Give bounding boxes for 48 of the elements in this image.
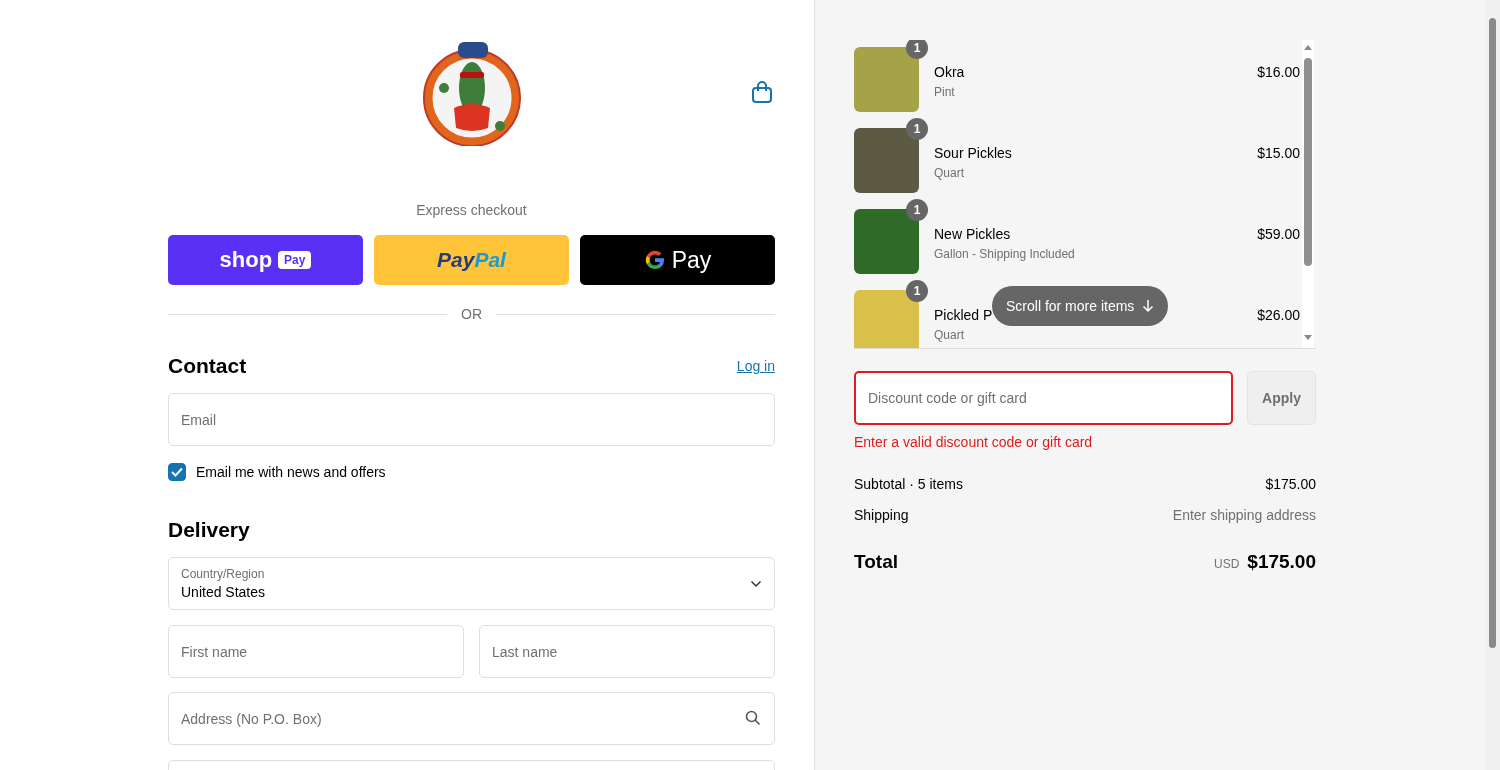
or-divider-label: OR (461, 306, 482, 322)
apply-button[interactable]: Apply (1247, 371, 1316, 425)
express-checkout-label: Express checkout (416, 202, 527, 219)
product-name: New Pickles (934, 226, 1012, 242)
name-field[interactable]: Last name (479, 625, 775, 678)
page-scrollbar[interactable] (1485, 0, 1500, 770)
product-price: $16.00 (1257, 63, 1300, 80)
scrollbar[interactable] (1302, 40, 1314, 348)
delivery-heading: Delivery (168, 518, 250, 542)
shipping-value: Enter shipping address (1172, 507, 1316, 523)
google-g-icon (643, 249, 666, 271)
product-variant: Quart (934, 328, 965, 342)
product-price: $59.00 (1257, 225, 1300, 242)
subtotal-label: Subtotal · 5 items (854, 476, 963, 492)
discount-code-field[interactable]: Discount code or gift card (854, 371, 1233, 425)
paypal-button[interactable]: PayPal (374, 235, 569, 285)
shopping-bag-icon[interactable] (751, 80, 773, 104)
address-field[interactable]: Address (No P.O. Box) (168, 692, 775, 745)
product-variant: Quart (934, 166, 965, 180)
log-in-link[interactable]: Log in (736, 358, 775, 374)
newsletter-label: Email me with news and offers (196, 464, 386, 480)
shop-pay-button[interactable]: shop Pay (168, 235, 363, 285)
email-field[interactable]: Email (168, 393, 775, 446)
quantity-badge: 1 (906, 118, 928, 140)
google-pay-button[interactable]: Pay (580, 235, 775, 285)
contact-heading: Contact (168, 354, 247, 378)
product-name: Sour Pickles (934, 145, 1013, 161)
total-label: Total (854, 551, 898, 573)
newsletter-checkbox[interactable] (168, 463, 186, 481)
chevron-down-icon (750, 579, 762, 588)
scroll-hint-pill[interactable]: Scroll for more items (992, 286, 1169, 326)
product-variant: Gallon - Shipping Included (934, 247, 1076, 261)
name-field[interactable]: First name (168, 625, 464, 678)
country-select[interactable]: Country/Region United States (168, 557, 775, 610)
quantity-badge: 1 (906, 280, 928, 302)
total-value: $175.00 (1247, 551, 1316, 573)
product-price: $15.00 (1257, 144, 1300, 161)
arrow-down-icon (1142, 299, 1155, 313)
product-name: Okra (934, 64, 966, 80)
search-icon (745, 710, 761, 726)
quantity-badge: 1 (906, 199, 928, 221)
discount-error-message: Enter a valid discount code or gift card (854, 434, 1094, 450)
currency-code: USD (1213, 557, 1240, 571)
product-price: $26.00 (1257, 306, 1300, 323)
shipping-label: Shipping (854, 507, 909, 523)
product-variant: Pint (934, 85, 956, 99)
quantity-badge: 1 (906, 40, 928, 59)
subtotal-value: $175.00 (1265, 476, 1316, 492)
